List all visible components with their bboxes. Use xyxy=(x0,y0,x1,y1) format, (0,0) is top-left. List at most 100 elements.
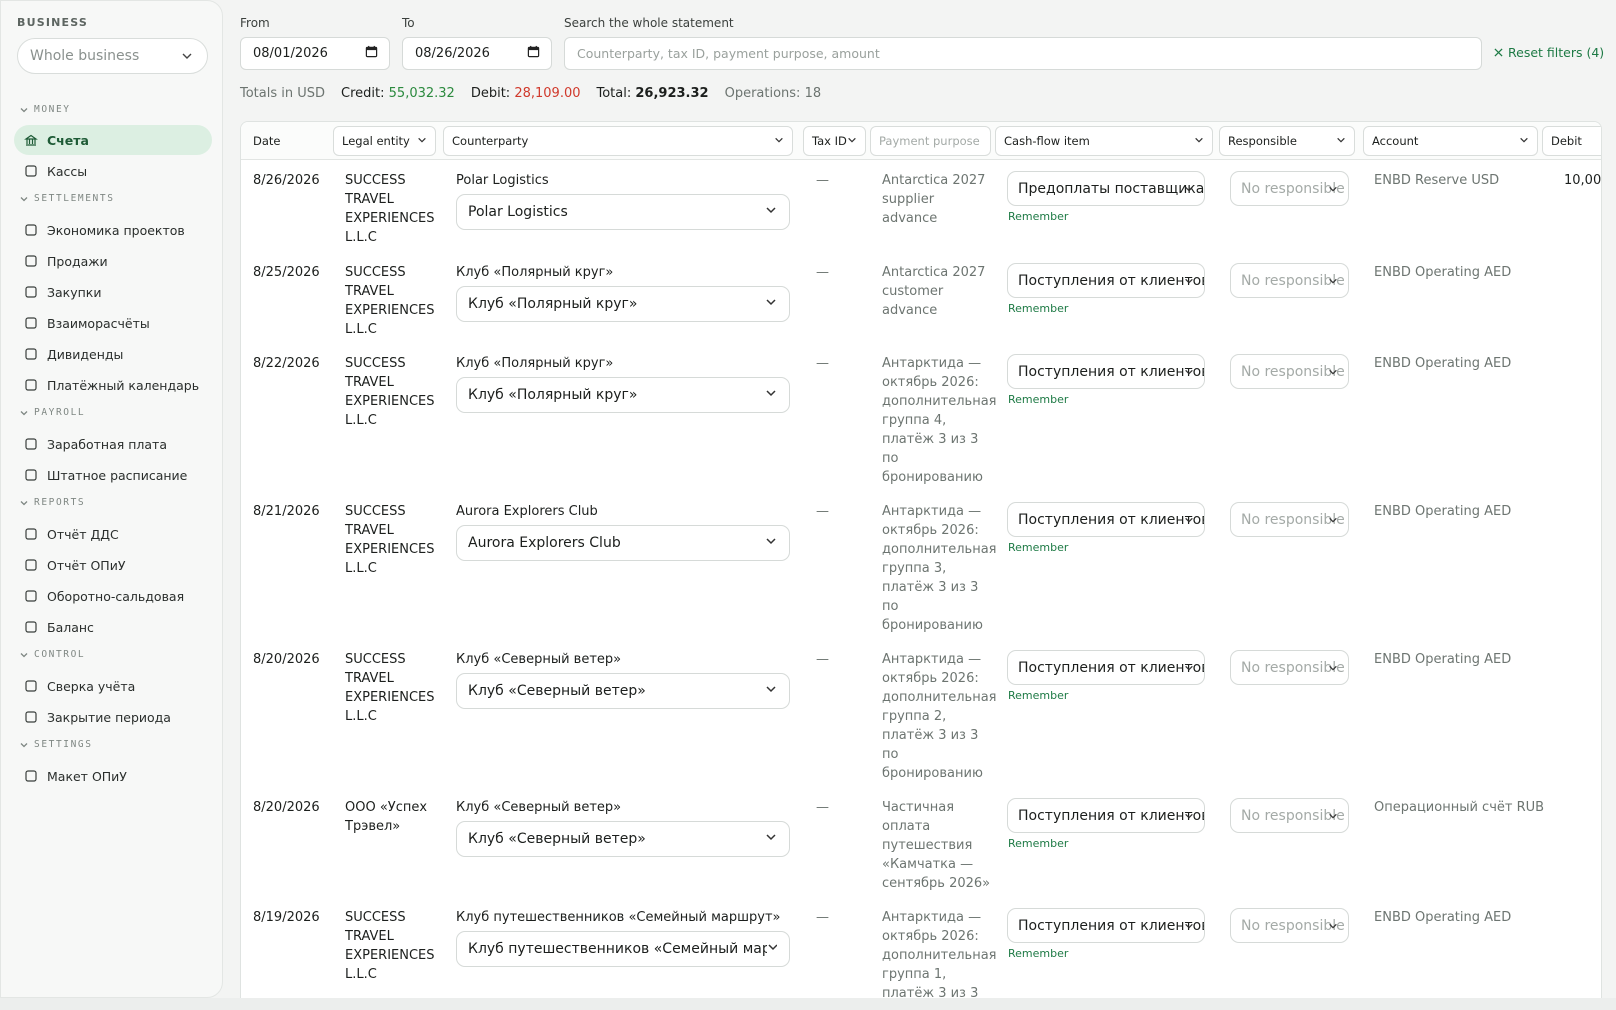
cash-flow-item-select[interactable]: Поступления от клиентов xyxy=(1007,354,1205,389)
sidebar-item[interactable]: Счета xyxy=(14,125,212,155)
counterparty-select[interactable]: Polar Logistics xyxy=(456,194,790,230)
sidebar-item-label: Счета xyxy=(47,132,89,148)
header-tax-id-filter[interactable]: Tax ID xyxy=(803,126,866,156)
scales-icon xyxy=(24,620,38,634)
responsible-select[interactable]: No responsible xyxy=(1230,502,1349,537)
nav-section-control[interactable]: CONTROL xyxy=(19,649,85,660)
statement-table: Date Legal entity Counterparty Tax ID Pa… xyxy=(240,121,1602,1010)
sidebar-item[interactable]: Дивиденды xyxy=(14,339,212,369)
responsible-select[interactable]: No responsible xyxy=(1230,798,1349,833)
sidebar-item[interactable]: Экономика проектов xyxy=(14,215,212,245)
counterparty-select-value: Клуб «Полярный круг» xyxy=(468,387,638,403)
from-date-input[interactable]: 08/01/2026 xyxy=(240,37,390,70)
cash-flow-item-select[interactable]: Поступления от клиентов xyxy=(1007,263,1205,298)
sidebar-item[interactable]: Продажи xyxy=(14,246,212,276)
totals-bar: Totals in USD Credit: 55,032.32 Debit: 2… xyxy=(240,86,821,101)
nav-section-reports[interactable]: REPORTS xyxy=(19,497,85,508)
remember-link[interactable]: Remember xyxy=(1008,302,1068,315)
chevron-down-icon xyxy=(20,742,28,747)
chevron-down-icon xyxy=(20,107,28,112)
trending-up-icon xyxy=(24,558,38,572)
header-counterparty-filter[interactable]: Counterparty xyxy=(443,126,793,156)
sidebar-item-label: Закрытие периода xyxy=(47,709,171,725)
header-account-filter[interactable]: Account xyxy=(1363,126,1538,156)
sidebar-item[interactable]: Кассы xyxy=(14,156,212,186)
sidebar-item[interactable]: Заработная плата xyxy=(14,429,212,459)
counterparty-select-value: Клуб «Полярный круг» xyxy=(468,296,638,312)
counterparty-select[interactable]: Клуб «Полярный круг» xyxy=(456,286,790,322)
cash-flow-item-select[interactable]: Поступления от клиентов xyxy=(1007,502,1205,537)
counterparty-select[interactable]: Клуб путешественников «Семейный маршрут» xyxy=(456,931,790,967)
row-date: 8/26/2026 xyxy=(253,173,320,188)
sidebar-item[interactable]: Оборотно-сальдовая xyxy=(14,581,212,611)
sidebar-item[interactable]: Отчёт ОПиУ xyxy=(14,550,212,580)
nav-section-settlements[interactable]: SETTLEMENTS xyxy=(19,193,115,204)
chevron-down-icon xyxy=(20,410,28,415)
nav-section-settings[interactable]: SETTINGS xyxy=(19,739,93,750)
sidebar-item[interactable]: Баланс xyxy=(14,612,212,642)
horizontal-scrollbar[interactable] xyxy=(0,998,1616,1010)
columns-icon xyxy=(24,589,38,603)
chevron-down-icon xyxy=(765,683,777,699)
row-legal-entity: SUCCESS TRAVEL EXPERIENCES L.L.C xyxy=(345,652,435,724)
sidebar-item[interactable]: Взаиморасчёты xyxy=(14,308,212,338)
reset-filters-button[interactable]: Reset filters (4) xyxy=(1494,45,1604,60)
header-payment-purpose-filter[interactable]: Payment purpose xyxy=(870,126,991,156)
debit-value: 28,109.00 xyxy=(514,86,581,101)
header-debit[interactable]: Debit xyxy=(1542,126,1601,156)
cash-flow-item-value: Поступления от клиентов xyxy=(1018,807,1205,824)
header-responsible-filter[interactable]: Responsible xyxy=(1219,126,1355,156)
header-cash-flow-item-filter[interactable]: Cash-flow item xyxy=(995,126,1213,156)
calendar-icon[interactable] xyxy=(365,45,378,62)
remember-link[interactable]: Remember xyxy=(1008,947,1068,960)
search-label: Search the whole statement xyxy=(564,16,734,30)
counterparty-select[interactable]: Клуб «Северный ветер» xyxy=(456,821,790,857)
row-date: 8/25/2026 xyxy=(253,265,320,280)
sidebar-item-label: Отчёт ДДС xyxy=(47,526,119,542)
nav-section-payroll[interactable]: PAYROLL xyxy=(19,407,85,418)
row-counterparty-name: Клуб «Полярный круг» xyxy=(456,356,614,371)
to-date-input[interactable]: 08/26/2026 xyxy=(402,37,552,70)
row-tax-id: — xyxy=(816,504,829,519)
header-legal-entity-filter[interactable]: Legal entity xyxy=(333,126,436,156)
row-account: ENBD Operating AED xyxy=(1374,652,1512,667)
counterparty-select-value: Polar Logistics xyxy=(468,204,568,220)
responsible-select[interactable]: No responsible xyxy=(1230,354,1349,389)
responsible-select[interactable]: No responsible xyxy=(1230,650,1349,685)
responsible-select[interactable]: No responsible xyxy=(1230,908,1349,943)
cash-flow-item-select[interactable]: Поступления от клиентов xyxy=(1007,650,1205,685)
nav-section-money[interactable]: MONEY xyxy=(19,104,71,115)
header-date[interactable]: Date xyxy=(253,122,281,160)
remember-link[interactable]: Remember xyxy=(1008,689,1068,702)
remember-link[interactable]: Remember xyxy=(1008,210,1068,223)
remember-link[interactable]: Remember xyxy=(1008,393,1068,406)
responsible-select[interactable]: No responsible xyxy=(1230,171,1349,206)
remember-link[interactable]: Remember xyxy=(1008,837,1068,850)
counterparty-select-value: Клуб «Северный ветер» xyxy=(468,683,646,699)
sidebar-item[interactable]: Закупки xyxy=(14,277,212,307)
sidebar-item[interactable]: Отчёт ДДС xyxy=(14,519,212,549)
counterparty-select[interactable]: Aurora Explorers Club xyxy=(456,525,790,561)
row-account: ENBD Operating AED xyxy=(1374,910,1512,925)
cash-flow-item-select[interactable]: Поступления от клиентов xyxy=(1007,908,1205,943)
search-input[interactable] xyxy=(577,46,1469,61)
counterparty-select[interactable]: Клуб «Северный ветер» xyxy=(456,673,790,709)
cash-flow-item-select[interactable]: Поступления от клиентов xyxy=(1007,798,1205,833)
debit-label: Debit: xyxy=(470,86,511,101)
calendar-icon[interactable] xyxy=(527,45,540,62)
remember-link[interactable]: Remember xyxy=(1008,541,1068,554)
sidebar-item-label: Штатное расписание xyxy=(47,467,188,483)
cash-flow-item-select[interactable]: Предоплаты поставщикам xyxy=(1007,171,1205,206)
business-select[interactable]: Whole business xyxy=(17,38,208,74)
row-counterparty-name: Клуб путешественников «Семейный маршрут» xyxy=(456,910,781,925)
sidebar-item[interactable]: Макет ОПиУ xyxy=(14,761,212,791)
operations-count: Operations: 18 xyxy=(724,86,822,101)
business-select-value: Whole business xyxy=(30,48,140,64)
sidebar-item[interactable]: Платёжный календарь xyxy=(14,370,212,400)
counterparty-select[interactable]: Клуб «Полярный круг» xyxy=(456,377,790,413)
sidebar-item[interactable]: Штатное расписание xyxy=(14,460,212,490)
responsible-select[interactable]: No responsible xyxy=(1230,263,1349,298)
sidebar-item[interactable]: Сверка учёта xyxy=(14,671,212,701)
sidebar-item[interactable]: Закрытие периода xyxy=(14,702,212,732)
chevron-down-icon xyxy=(774,134,784,148)
